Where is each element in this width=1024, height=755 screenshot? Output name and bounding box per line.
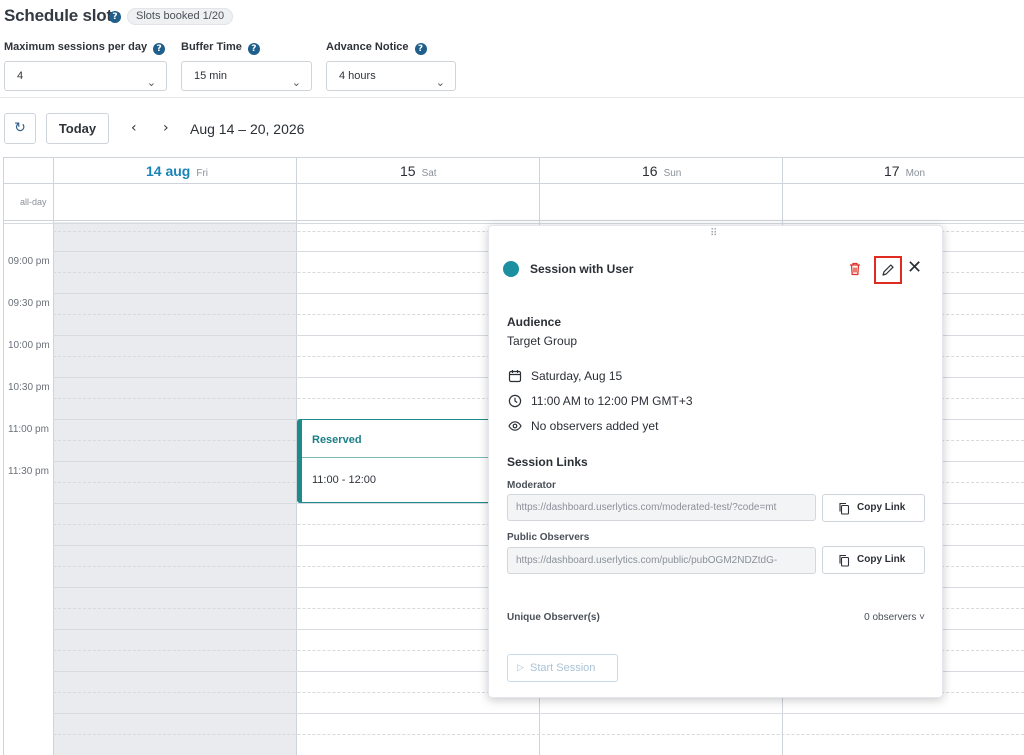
- grid-line: [3, 183, 1024, 184]
- buffer-time-label: Buffer Time?: [181, 41, 260, 55]
- session-time: 11:00 AM to 12:00 PM GMT+3: [531, 394, 693, 408]
- date-range-label: Aug 14 – 20, 2026: [190, 121, 305, 137]
- help-icon[interactable]: ?: [153, 43, 166, 55]
- slot-line: [53, 713, 1024, 714]
- delete-button[interactable]: [848, 261, 862, 277]
- grid-line: [3, 220, 1024, 221]
- event-title: Reserved: [312, 434, 362, 446]
- event-time: 11:00 - 12:00: [312, 474, 377, 486]
- day-header-mon[interactable]: 17 Mon: [884, 163, 925, 179]
- start-session-button[interactable]: ▷ Start Session: [507, 654, 618, 682]
- public-link-field[interactable]: https://dashboard.userlytics.com/public/…: [507, 547, 816, 574]
- copy-moderator-link-button[interactable]: Copy Link: [822, 494, 925, 522]
- copy-icon: [839, 554, 850, 567]
- audience-heading: Audience: [507, 315, 562, 329]
- moderator-link-field[interactable]: https://dashboard.userlytics.com/moderat…: [507, 494, 816, 521]
- copy-icon: [839, 502, 850, 515]
- close-icon[interactable]: ✕: [907, 259, 922, 277]
- today-column-shade: [54, 222, 296, 755]
- advance-notice-label: Advance Notice?: [326, 41, 427, 55]
- time-label: 11:30 pm: [8, 466, 49, 477]
- calendar-icon: [508, 370, 522, 383]
- page-title: Schedule slots: [4, 6, 122, 25]
- edit-button[interactable]: [874, 256, 902, 284]
- help-icon[interactable]: ?: [247, 43, 260, 55]
- slot-line: [53, 734, 1024, 735]
- slots-booked-badge: Slots booked 1/20: [127, 8, 234, 25]
- event-divider: [302, 457, 496, 458]
- clock-icon: [508, 394, 522, 408]
- drag-handle-icon[interactable]: ⠿: [710, 228, 717, 239]
- audience-value: Target Group: [507, 334, 578, 348]
- public-observers-label: Public Observers: [507, 532, 590, 543]
- chevron-down-icon: ⌄: [435, 76, 445, 89]
- observers-count-dropdown[interactable]: 0 observers ˅: [864, 612, 925, 623]
- time-label: 10:30 pm: [8, 382, 50, 393]
- trash-icon: [850, 262, 860, 276]
- session-links-heading: Session Links: [507, 455, 588, 469]
- grid-line: [3, 223, 1024, 224]
- eye-icon: [508, 421, 522, 431]
- session-popup: ⠿ Session with User ✕ Audience Target Gr…: [488, 225, 943, 698]
- moderator-label: Moderator: [507, 480, 556, 491]
- time-label: 09:00 pm: [8, 256, 50, 267]
- advance-notice-select[interactable]: 4 hours ⌄: [326, 61, 456, 91]
- chevron-down-icon: ⌄: [146, 76, 156, 89]
- play-icon: ▷: [517, 663, 524, 673]
- prev-week-button[interactable]: ‹: [131, 120, 137, 136]
- time-label: 11:00 pm: [8, 424, 49, 435]
- copy-public-link-button[interactable]: Copy Link: [822, 546, 925, 574]
- max-sessions-select[interactable]: 4 ⌄: [4, 61, 167, 91]
- reserved-event[interactable]: Reserved 11:00 - 12:00: [297, 419, 497, 503]
- session-date: Saturday, Aug 15: [531, 369, 623, 383]
- all-day-label: all-day: [20, 197, 47, 207]
- today-button[interactable]: Today: [46, 113, 109, 144]
- refresh-button[interactable]: ↻: [4, 113, 36, 144]
- session-title: Session with User: [530, 262, 634, 276]
- session-color-dot: [503, 261, 519, 277]
- divider: [0, 97, 1024, 98]
- chevron-down-icon: ⌄: [291, 76, 301, 89]
- day-header-sat[interactable]: 15 Sat: [400, 163, 437, 179]
- help-icon[interactable]: ?: [109, 11, 121, 23]
- time-label: 10:00 pm: [8, 340, 50, 351]
- time-label: 09:30 pm: [8, 298, 50, 309]
- refresh-icon: ↻: [14, 120, 26, 136]
- day-header-fri[interactable]: 14 aug Fri: [146, 163, 208, 179]
- pencil-icon: [882, 264, 894, 276]
- unique-observers-label: Unique Observer(s): [507, 612, 600, 623]
- day-header-sun[interactable]: 16 Sun: [642, 163, 681, 179]
- buffer-time-select[interactable]: 15 min ⌄: [181, 61, 312, 91]
- help-icon[interactable]: ?: [414, 43, 427, 55]
- observers-note: No observers added yet: [531, 419, 659, 433]
- grid-line: [53, 157, 54, 755]
- next-week-button[interactable]: ›: [163, 120, 169, 136]
- max-sessions-label: Maximum sessions per day?: [4, 41, 166, 55]
